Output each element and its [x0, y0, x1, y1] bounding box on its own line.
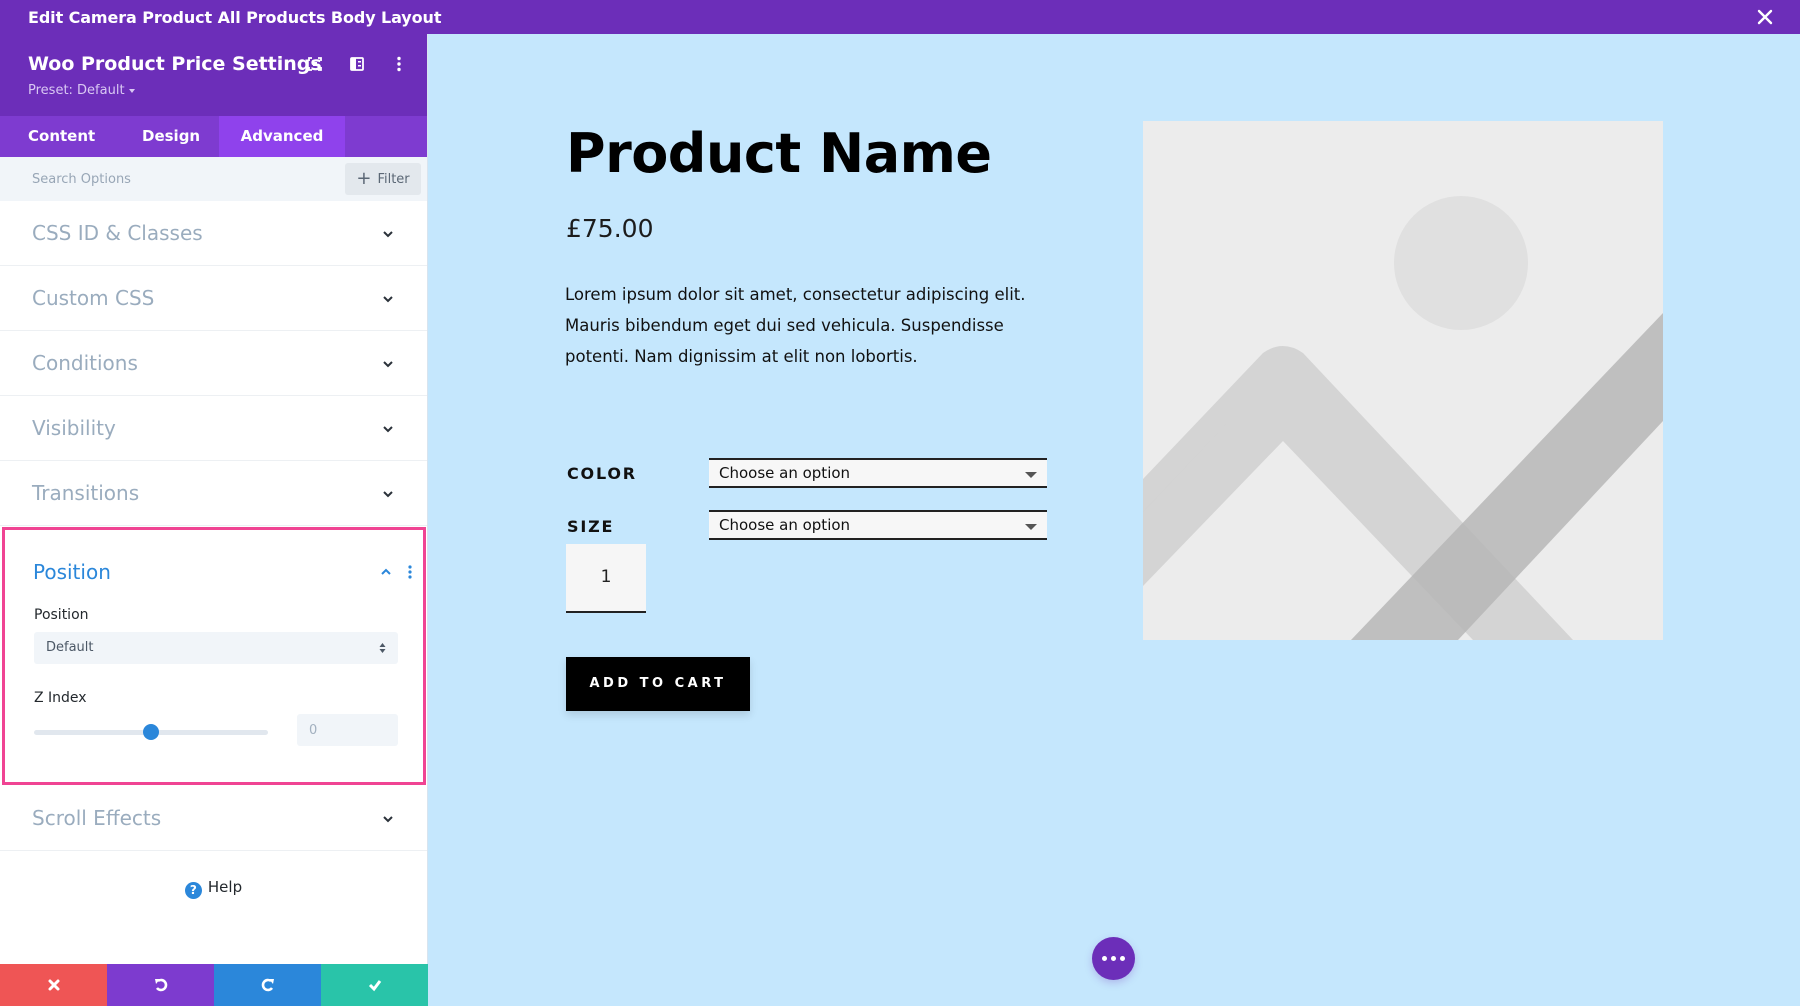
dot-icon	[1111, 956, 1116, 961]
chevron-down-icon	[383, 296, 393, 303]
section-visibility[interactable]: Visibility	[0, 396, 427, 461]
chevron-down-icon	[383, 231, 393, 238]
settings-tabs: Content Design Advanced	[0, 116, 427, 157]
preview-canvas: Product Name £75.00 Lorem ipsum dolor si…	[428, 34, 1800, 1006]
position-section-title[interactable]: Position	[33, 560, 111, 584]
preset-label: Preset: Default	[28, 83, 125, 98]
variation-label-size: SIZE	[567, 517, 615, 536]
search-input[interactable]	[0, 157, 340, 201]
position-field-label: Position	[34, 607, 89, 623]
chevron-down-icon	[383, 491, 393, 498]
product-image-placeholder	[1143, 121, 1663, 640]
search-bar: + Filter	[0, 157, 427, 201]
size-select[interactable]: Choose an option	[709, 510, 1047, 540]
chevron-up-icon[interactable]	[379, 565, 393, 579]
caret-down-icon	[1025, 524, 1037, 530]
settings-sidebar: Woo Product Price Settings Preset: Defau…	[0, 34, 428, 1006]
undo-button[interactable]	[107, 964, 214, 1006]
help-link[interactable]: ? Help	[0, 878, 427, 899]
quantity-input[interactable]: 1	[566, 544, 646, 613]
undo-icon	[154, 978, 167, 992]
more-options-fab[interactable]	[1092, 937, 1135, 980]
chevron-down-icon	[383, 426, 393, 433]
section-css-id-classes[interactable]: CSS ID & Classes	[0, 201, 427, 266]
color-select-value: Choose an option	[719, 464, 851, 482]
position-select[interactable]: Default	[34, 632, 398, 664]
image-placeholder-icon	[1143, 196, 1663, 640]
product-description: Lorem ipsum dolor sit amet, consectetur …	[565, 285, 1026, 366]
section-label: Conditions	[32, 351, 138, 375]
section-transitions[interactable]: Transitions	[0, 461, 427, 526]
action-bar	[0, 964, 428, 1006]
section-custom-css[interactable]: Custom CSS	[0, 266, 427, 331]
section-label: Visibility	[32, 416, 116, 440]
redo-icon	[261, 978, 274, 992]
caret-down-icon	[128, 88, 135, 93]
check-icon	[368, 980, 381, 992]
size-select-value: Choose an option	[719, 516, 851, 534]
plus-icon: +	[356, 168, 372, 189]
position-select-value: Default	[46, 640, 94, 655]
close-icon	[48, 979, 59, 991]
section-position: Position Position Default Z Index	[2, 527, 426, 785]
slider-handle[interactable]	[143, 724, 159, 740]
dot-icon	[1120, 956, 1125, 961]
section-scroll-effects[interactable]: Scroll Effects	[0, 786, 427, 851]
product-title: Product Name	[566, 122, 992, 185]
section-label: Transitions	[32, 481, 140, 505]
close-icon[interactable]	[1754, 6, 1776, 28]
help-icon: ?	[184, 882, 202, 899]
select-arrows-icon	[379, 643, 386, 653]
window-title: Edit Camera Product All Products Body La…	[28, 8, 442, 27]
save-button[interactable]	[321, 964, 428, 1006]
color-select[interactable]: Choose an option	[709, 458, 1047, 488]
more-vertical-icon[interactable]	[407, 564, 413, 580]
caret-down-icon	[1025, 472, 1037, 478]
section-label: Scroll Effects	[32, 806, 162, 830]
dot-icon	[1102, 956, 1107, 961]
tab-content[interactable]: Content	[0, 116, 114, 157]
add-to-cart-button[interactable]: ADD TO CART	[566, 657, 750, 711]
zindex-slider[interactable]	[34, 717, 268, 747]
chevron-down-icon	[383, 816, 393, 823]
help-label: Help	[207, 878, 243, 896]
section-label: Custom CSS	[32, 286, 155, 310]
cancel-button[interactable]	[0, 964, 107, 1006]
split-view-icon[interactable]	[347, 54, 367, 74]
more-vertical-icon[interactable]	[389, 54, 409, 74]
filter-button[interactable]: + Filter	[345, 163, 421, 195]
fullscreen-icon[interactable]	[305, 54, 325, 74]
filter-label: Filter	[377, 171, 410, 187]
preset-dropdown[interactable]: Preset: Default	[28, 83, 135, 98]
zindex-field-label: Z Index	[34, 690, 87, 706]
section-conditions[interactable]: Conditions	[0, 331, 427, 396]
product-price: £75.00	[566, 214, 654, 243]
settings-title: Woo Product Price Settings	[28, 53, 322, 75]
tab-advanced[interactable]: Advanced	[219, 116, 345, 157]
variation-label-color: COLOR	[567, 464, 637, 483]
redo-button[interactable]	[214, 964, 321, 1006]
section-label: CSS ID & Classes	[32, 221, 203, 245]
zindex-input[interactable]	[297, 714, 398, 746]
title-bar: Edit Camera Product All Products Body La…	[0, 0, 1800, 34]
chevron-down-icon	[383, 361, 393, 368]
settings-header: Woo Product Price Settings Preset: Defau…	[0, 34, 427, 116]
tab-design[interactable]: Design	[114, 116, 219, 157]
